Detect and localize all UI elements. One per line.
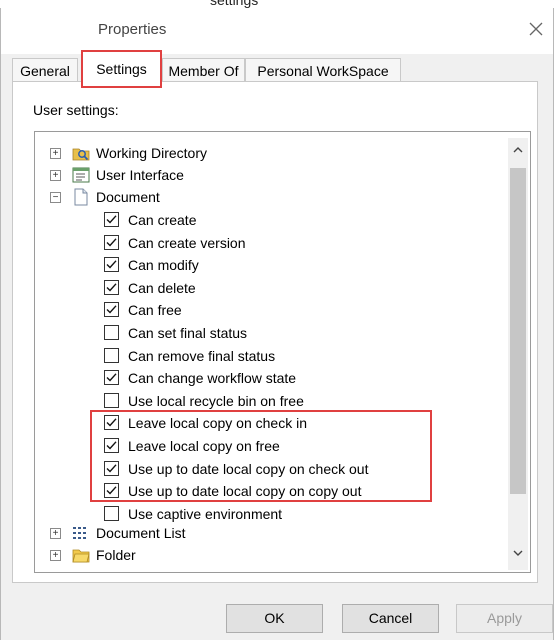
collapse-icon[interactable]: − — [50, 192, 61, 203]
tree-node-label: Folder — [96, 547, 136, 563]
apply-button[interactable]: Apply — [456, 604, 553, 633]
document-option-label: Use up to date local copy on copy out — [128, 483, 362, 499]
close-icon[interactable] — [525, 18, 547, 40]
checkbox-checked[interactable] — [104, 235, 119, 250]
document-option-label: Can modify — [128, 257, 199, 273]
document-option-label: Can free — [128, 302, 182, 318]
checkbox-checked[interactable] — [104, 438, 119, 453]
cancel-button[interactable]: Cancel — [342, 604, 439, 633]
document-option-label: Leave local copy on check in — [128, 415, 307, 431]
checkbox-checked[interactable] — [104, 370, 119, 385]
scrollbar-thumb[interactable] — [510, 168, 526, 494]
checkbox-checked[interactable] — [104, 461, 119, 476]
folder-search-icon — [72, 144, 90, 162]
document-icon — [72, 188, 90, 206]
checkbox-unchecked[interactable] — [104, 325, 119, 340]
user-settings-label: User settings: — [33, 102, 119, 118]
checkbox-checked[interactable] — [104, 415, 119, 430]
expand-icon[interactable]: + — [50, 528, 61, 539]
document-option-label: Can create — [128, 212, 197, 228]
clipped-header-text: settings — [210, 0, 259, 8]
checkbox-checked[interactable] — [104, 280, 119, 295]
document-option-label: Can change workflow state — [128, 370, 297, 386]
tree-node-label: Document List — [96, 525, 186, 541]
folder-icon — [72, 546, 90, 564]
expand-icon[interactable]: + — [50, 148, 61, 159]
document-option-label: Use local recycle bin on free — [128, 393, 304, 409]
checkbox-checked[interactable] — [104, 483, 119, 498]
window-form-icon — [72, 166, 90, 184]
ok-button[interactable]: OK — [226, 604, 323, 633]
window-title: Properties — [98, 21, 167, 38]
checkbox-checked[interactable] — [104, 212, 119, 227]
tab-settings[interactable]: Settings — [81, 50, 162, 88]
checkbox-unchecked[interactable] — [104, 506, 119, 521]
expand-icon[interactable]: + — [50, 170, 61, 181]
expand-icon[interactable]: + — [50, 550, 61, 561]
tab-personal-workspace[interactable]: Personal WorkSpace — [245, 58, 401, 82]
checkbox-checked[interactable] — [104, 257, 119, 272]
document-option-label: Can set final status — [128, 325, 248, 341]
tree-node-label: Working Directory — [96, 145, 207, 161]
tree-node-label: Document — [96, 189, 160, 205]
document-option-label: Can create version — [128, 235, 246, 251]
checkbox-unchecked[interactable] — [104, 393, 119, 408]
tree-node-label: User Interface — [96, 167, 184, 183]
document-list-icon — [72, 524, 90, 542]
title-bar: Properties — [1, 8, 553, 54]
tab-general[interactable]: General — [12, 58, 78, 82]
document-option-label: Can delete — [128, 280, 196, 296]
document-option-label: Leave local copy on free — [128, 438, 280, 454]
document-option-label: Use up to date local copy on check out — [128, 461, 369, 477]
tab-member-of[interactable]: Member Of — [162, 58, 245, 82]
checkbox-unchecked[interactable] — [104, 348, 119, 363]
scroll-down-icon[interactable] — [510, 545, 526, 561]
scroll-up-icon[interactable] — [510, 142, 526, 158]
document-option-label: Can remove final status — [128, 348, 276, 364]
checkbox-checked[interactable] — [104, 302, 119, 317]
